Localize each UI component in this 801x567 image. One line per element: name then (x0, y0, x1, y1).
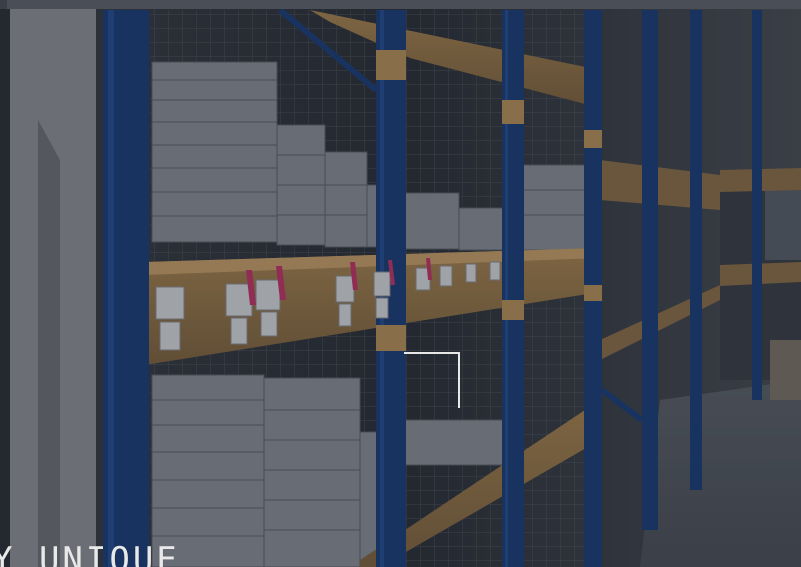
top-bar (0, 0, 801, 9)
warehouse-background-image (0, 0, 801, 567)
top-bar-cap (0, 0, 7, 9)
corner-bracket-decoration (404, 352, 460, 408)
hero-section: Y UNIQUE (0, 0, 801, 567)
hero-tagline: Y UNIQUE (0, 540, 180, 567)
